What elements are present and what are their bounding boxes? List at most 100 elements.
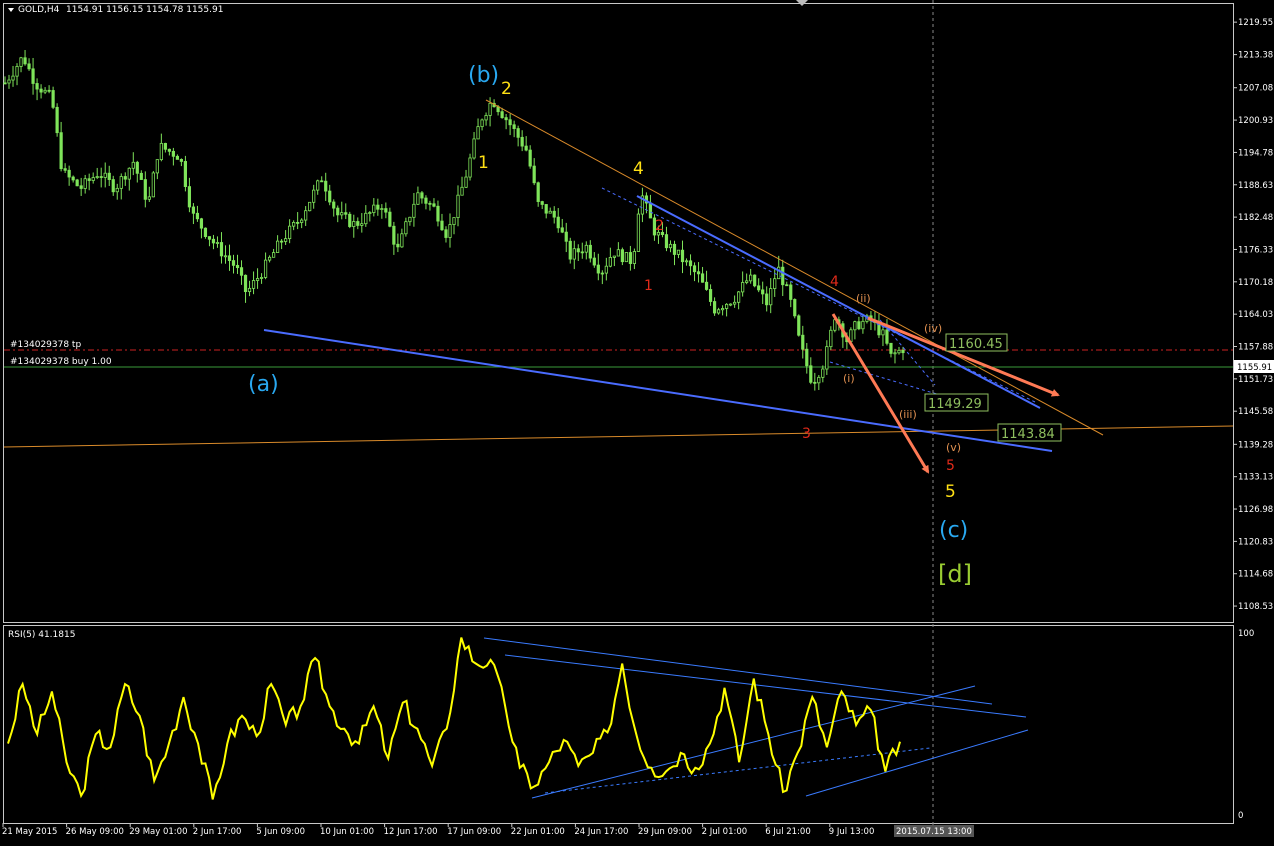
candle-body [348,213,352,227]
time-tick-label: 12 Jun 17:00 [384,827,438,837]
candle-body [520,136,524,147]
candle-body [769,288,773,306]
candle-body [51,90,55,108]
upper-wedge-line [636,195,1041,409]
header-dropdown-icon[interactable] [8,8,14,12]
candle-body [737,291,741,303]
chart-stage: GOLD,H4 1154.91 1156.15 1154.78 1155.91 … [0,0,1274,842]
candle-body [420,192,424,199]
candle-body [680,249,685,263]
chart-svg[interactable]: GOLD,H4 1154.91 1156.15 1154.78 1155.91 … [0,0,1274,842]
candle-body [259,277,264,279]
candle-body [412,203,416,218]
rsi-lower-trendline [531,685,976,799]
candle-body [556,216,560,229]
candle-body [404,221,408,235]
candle-body [524,145,528,151]
candle-body [548,210,552,214]
time-tick-label: 29 Jun 09:00 [638,827,692,837]
dashed-channel-line-1 [601,187,1036,403]
price-tick-label: 1151.73 [1238,375,1273,385]
candle-body [540,201,544,205]
candle-body [889,342,893,354]
candle-body [280,240,284,243]
price-tick-label: 1114.68 [1238,570,1273,580]
candle-body [544,204,548,214]
rsi-upper-trendline [483,637,993,705]
candle-body [155,159,159,174]
candle-body [560,227,564,233]
price-tick-label: 1176.33 [1238,245,1273,255]
candle-body [296,221,300,224]
candle-body [243,274,248,293]
candle-body [712,301,717,314]
candle-body [708,289,713,302]
candle-body [608,257,612,267]
time-tick-label: 24 Jun 17:00 [574,827,628,837]
candle-body [596,264,600,274]
candle-body [103,172,107,178]
candle-body [15,66,19,77]
candle-body [893,352,897,355]
candle-body [163,142,167,150]
candle-body [632,251,637,264]
candle-body [23,57,27,65]
candle-body [600,272,604,275]
candle-body [692,265,697,273]
main-chart-frame [3,3,1234,623]
candle-body [59,132,63,170]
symbol-label: GOLD,H4 [18,5,60,15]
time-tick-label: 26 May 09:00 [66,827,124,837]
candle-body [111,179,115,193]
candle-body [897,349,901,354]
candle-body [139,172,143,180]
candle-body [187,186,192,208]
candle-body [428,202,432,205]
candle-body [741,282,745,293]
current-price-value: 1155.91 [1237,363,1272,373]
candle-body [857,321,861,330]
time-tick-label: 10 Jun 01:00 [320,827,374,837]
candle-body [115,187,119,193]
candle-body [516,128,520,138]
candle-body [504,117,508,121]
candle-body [616,249,620,257]
wave-label-ri: (i) [843,372,855,385]
candle-body [444,229,448,238]
candle-body [436,205,440,222]
price-tick-label: 1108.53 [1238,602,1273,612]
candle-body [147,196,151,200]
candle-body [95,176,99,178]
candle-body [384,208,388,213]
candle-body [773,278,777,289]
candle-body [861,320,865,330]
candle-body [203,227,208,237]
time-tick-label: 21 May 2015 [2,827,57,837]
candle-body [11,75,15,81]
candle-body [440,220,444,231]
candle-body [227,255,232,261]
candle-body [396,243,400,248]
time-tick-label: 5 Jun 09:00 [256,827,305,837]
candle-body [472,138,476,159]
candle-body [564,231,568,242]
price-tick-label: 1133.13 [1238,473,1273,483]
candle-body [512,124,516,129]
candle-body [239,267,244,276]
tp-order-label: #134029378 tp [10,340,81,350]
wave-label-y2: 2 [501,79,512,99]
candle-body [159,142,163,161]
candle-body [211,238,216,244]
candle-body [580,251,584,254]
candle-body [332,201,336,209]
candle-body [584,244,588,253]
candle-body [700,273,705,283]
candle-body [805,348,809,367]
wave-label-y5: 5 [945,482,956,502]
time-tick-label: 2 Jun 17:00 [193,827,242,837]
candle-body [424,197,428,204]
candle-body [167,148,171,152]
candle-body [288,225,292,240]
candle-body [901,349,905,354]
candle-body [207,236,212,240]
